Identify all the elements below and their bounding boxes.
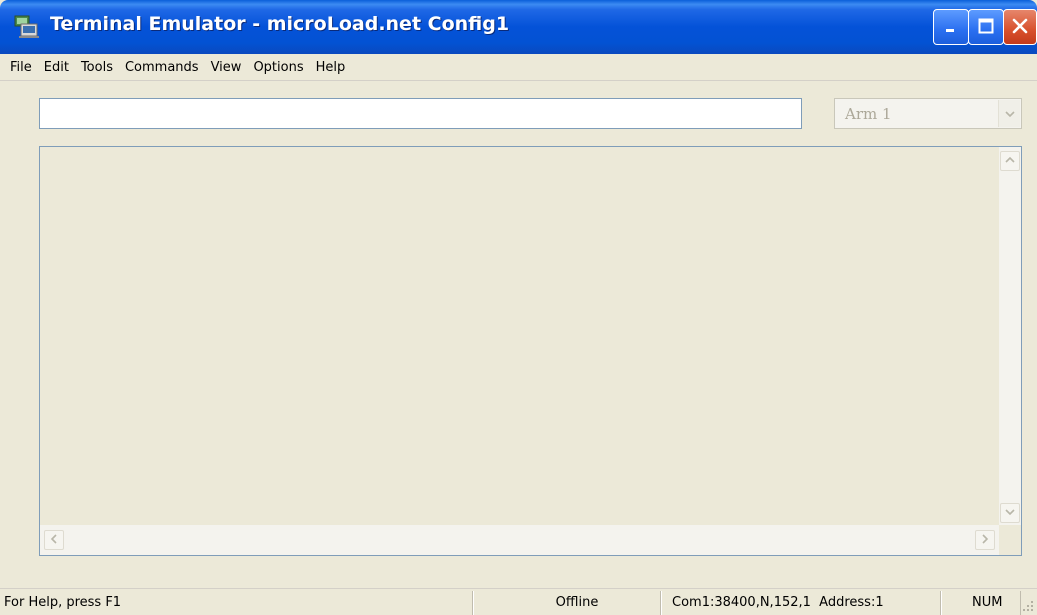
chevron-left-icon [49, 533, 59, 548]
command-input[interactable] [39, 98, 802, 129]
minimize-button[interactable] [933, 9, 969, 45]
status-bar: For Help, press F1 Offline Com1:38400,N,… [0, 588, 1037, 615]
menu-help[interactable]: Help [310, 54, 352, 81]
chevron-down-icon [1004, 506, 1016, 520]
title-bar[interactable]: Terminal Emulator - microLoad.net Config… [0, 0, 1037, 54]
scroll-down-button[interactable] [1000, 503, 1020, 523]
minimize-icon [943, 18, 959, 37]
arm-selected-value: Arm 1 [845, 105, 892, 123]
horizontal-scrollbar[interactable] [40, 525, 999, 555]
menu-options[interactable]: Options [247, 54, 309, 81]
chevron-down-icon[interactable] [998, 100, 1020, 127]
status-port-settings: Com1:38400,N,152,1 Address:1 [661, 591, 941, 615]
chevron-up-icon [1004, 154, 1016, 168]
status-help-text: For Help, press F1 [0, 591, 473, 615]
close-icon [1011, 17, 1029, 38]
menu-commands[interactable]: Commands [119, 54, 205, 81]
scroll-right-button[interactable] [975, 530, 995, 550]
scroll-left-button[interactable] [44, 530, 64, 550]
terminal-icon [12, 12, 40, 40]
terminal-output[interactable] [39, 146, 1022, 556]
menu-file[interactable]: File [4, 54, 38, 81]
menu-edit[interactable]: Edit [38, 54, 75, 81]
close-button[interactable] [1003, 9, 1037, 45]
menu-tools[interactable]: Tools [75, 54, 119, 81]
terminal-emulator-window: Terminal Emulator - microLoad.net Config… [0, 0, 1037, 615]
maximize-icon [977, 17, 995, 38]
scroll-up-button[interactable] [1000, 151, 1020, 171]
status-connection-state: Offline [473, 591, 661, 615]
arm-select[interactable]: Arm 1 [834, 98, 1022, 129]
window-title: Terminal Emulator - microLoad.net Config… [50, 13, 510, 35]
vertical-scrollbar[interactable] [999, 147, 1021, 525]
scrollbar-corner [999, 525, 1021, 555]
status-numlock: NUM [941, 591, 1021, 615]
menu-bar: File Edit Tools Commands View Options He… [0, 54, 1037, 81]
resize-grip-icon[interactable] [1021, 599, 1035, 613]
chevron-right-icon [980, 533, 990, 548]
menu-view[interactable]: View [205, 54, 248, 81]
maximize-button[interactable] [968, 9, 1004, 45]
